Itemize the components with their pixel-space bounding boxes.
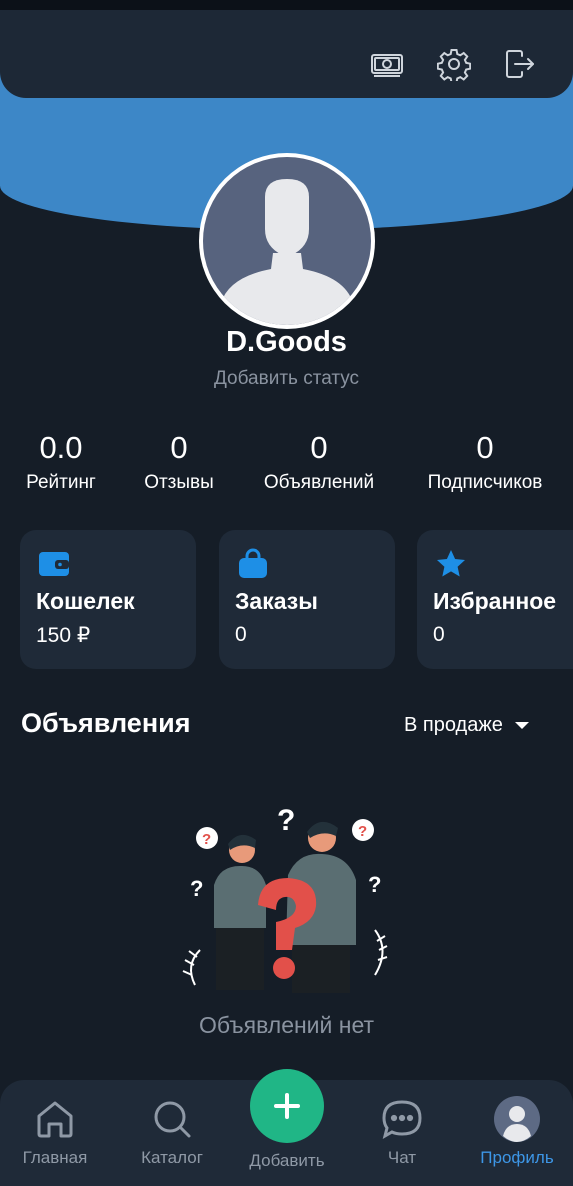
wallet-icon [39,552,69,576]
profile-name: D.Goods [226,326,347,358]
nav-label: Чат [387,1148,417,1167]
stat-value: 0 [476,430,494,465]
filter-label: В продаже [404,714,503,736]
svg-text:?: ? [277,804,295,837]
stat-value: 0.0 [39,430,83,465]
nav-home[interactable]: Главная [8,1080,102,1186]
stat-subscribers[interactable]: 0 Подписчиков [414,430,556,496]
logout-icon[interactable] [501,46,537,82]
card-title: Кошелек [36,588,135,614]
card-value: 0 [433,623,445,646]
nav-label: Каталог [141,1148,203,1167]
avatar[interactable] [199,153,375,329]
favorites-card[interactable]: Избранное 0 [417,530,573,669]
svg-text:?: ? [358,823,367,840]
svg-text:?: ? [202,831,211,848]
star-icon [437,550,465,577]
add-button[interactable] [250,1069,324,1143]
stat-reviews[interactable]: 0 Отзывы [136,430,222,496]
nav-profile[interactable]: Профиль [468,1080,566,1186]
orders-card[interactable]: Заказы 0 [219,530,395,669]
nav-label: Главная [22,1148,88,1167]
nav-label-add: Добавить [249,1151,325,1170]
settings-icon[interactable] [436,46,472,82]
wallet-card[interactable]: Кошелек 150 ₽ [20,530,196,669]
nav-chat[interactable]: Чат [350,1080,454,1186]
card-value: 150 ₽ [36,624,91,647]
stat-label: Рейтинг [26,472,96,493]
bag-icon [239,548,267,578]
top-header [0,10,573,98]
search-icon [154,1101,191,1138]
stat-label: Подписчиков [427,472,543,493]
money-icon[interactable] [369,46,405,82]
card-value: 0 [235,623,247,646]
svg-text:?: ? [190,876,203,901]
listings-filter-dropdown[interactable]: В продаже [404,714,529,737]
stat-value: 0 [170,430,188,465]
add-status-link[interactable]: Добавить статус [0,368,573,390]
home-icon [37,1101,73,1138]
profile-avatar-icon [494,1096,540,1142]
nav-catalog[interactable]: Каталог [126,1080,218,1186]
svg-text:?: ? [368,872,381,897]
status-bar [0,0,573,10]
default-avatar-icon [221,179,353,325]
card-title: Заказы [235,588,318,614]
stat-label: Объявлений [263,472,375,493]
chevron-down-icon [514,722,529,729]
nav-label: Профиль [480,1148,554,1167]
listings-title: Объявления [21,708,191,738]
empty-state-text: Объявлений нет [198,1012,375,1038]
plus-icon [274,1093,300,1119]
stat-rating[interactable]: 0.0 Рейтинг [20,430,102,496]
empty-state-illustration: ? ? ? ? ? [182,804,388,993]
stat-listings[interactable]: 0 Объявлений [254,430,384,496]
chat-icon [382,1100,422,1140]
stat-label: Отзывы [144,472,214,493]
card-title: Избранное [433,588,557,614]
stat-value: 0 [310,430,328,465]
